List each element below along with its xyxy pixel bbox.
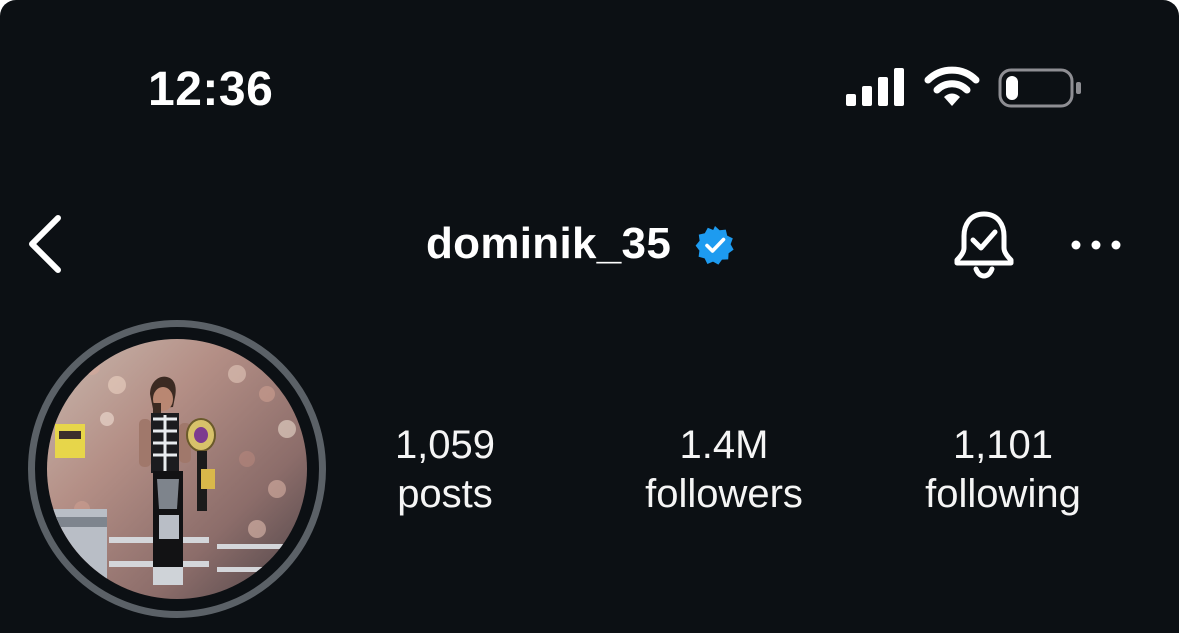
stat-following[interactable]: 1,101 following: [900, 422, 1106, 520]
followers-count: 1.4M: [679, 423, 769, 467]
following-label: following: [925, 472, 1081, 516]
battery-icon: [998, 68, 1081, 108]
username: dominik_35: [426, 219, 672, 268]
chevron-left-icon[interactable]: [22, 212, 68, 276]
profile-screen: 12:36 dominik_35 1,059 posts 1.4M follow…: [0, 0, 1179, 633]
followers-label: followers: [645, 472, 803, 516]
header-title: dominik_35: [426, 218, 735, 270]
following-count: 1,101: [952, 423, 1054, 467]
posts-label: posts: [397, 472, 493, 516]
cellular-signal-icon: [846, 68, 904, 106]
wifi-icon: [924, 66, 980, 106]
posts-count: 1,059: [394, 423, 496, 467]
status-time: 12:36: [148, 63, 274, 116]
avatar[interactable]: [47, 339, 307, 599]
stat-posts[interactable]: 1,059 posts: [370, 422, 520, 520]
profile-photo: [47, 339, 307, 599]
stat-followers[interactable]: 1.4M followers: [624, 422, 824, 520]
more-horizontal-icon[interactable]: [1066, 230, 1126, 260]
bell-check-icon[interactable]: [950, 208, 1018, 280]
verified-badge-icon: [695, 226, 734, 265]
